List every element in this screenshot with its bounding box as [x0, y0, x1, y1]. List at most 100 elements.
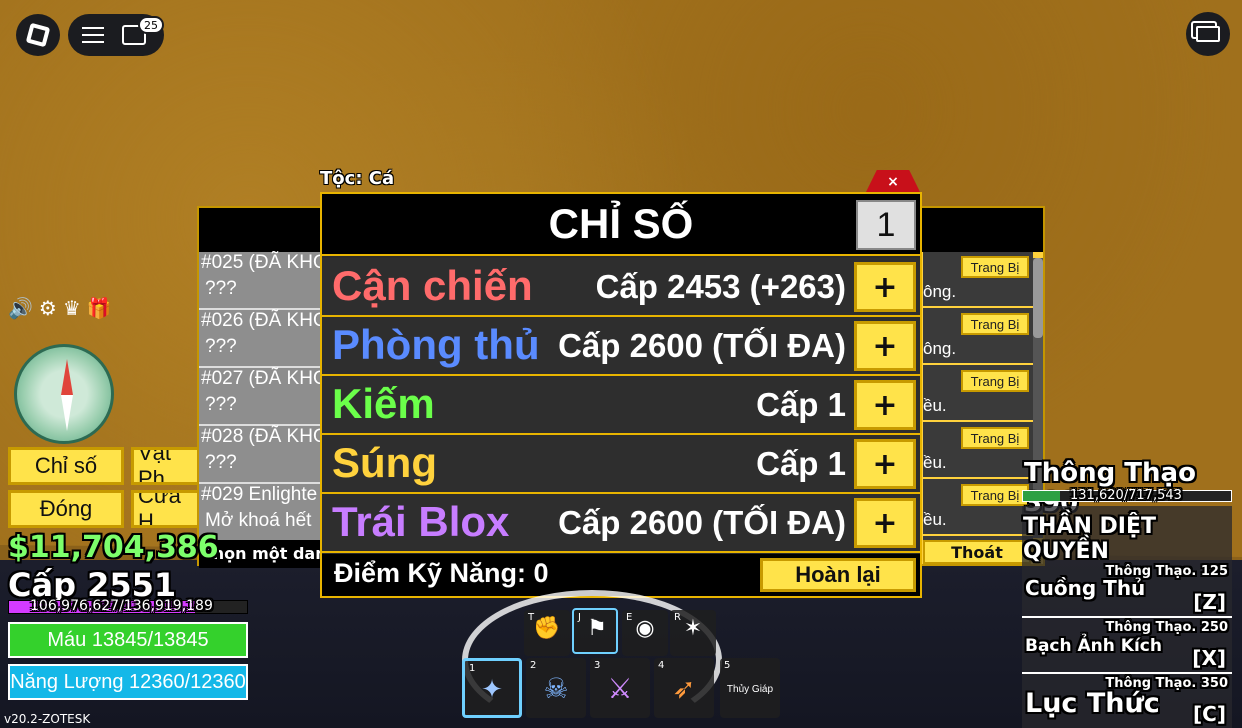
- muscle-icon: ✊: [533, 616, 561, 641]
- add-sword-button[interactable]: +: [854, 380, 916, 430]
- stats-panel: CHỈ SỐ 1 Cận chiến Cấp 2453 (+263) + Phò…: [320, 192, 922, 598]
- move-key: [Z]: [1193, 590, 1226, 614]
- move-x[interactable]: Thông Thạo. 250 Bạch Ảnh Kích [X]: [1022, 618, 1232, 674]
- stat-value: Cấp 1: [756, 445, 846, 482]
- compass-south-needle: [61, 395, 73, 431]
- gear-icon[interactable]: ⚙: [39, 296, 57, 320]
- stat-value: Cấp 2600 (TỐI ĐA): [558, 504, 846, 541]
- list-item-desc: ông.: [923, 339, 957, 358]
- stats-header: CHỈ SỐ 1: [322, 194, 920, 256]
- list-item-desc: ???: [205, 336, 237, 357]
- hamburger-icon[interactable]: [82, 27, 104, 43]
- mastery-fill: [1023, 491, 1061, 501]
- stat-name: Phòng thủ: [332, 321, 540, 368]
- money-display: $11,704,386: [8, 530, 219, 565]
- list-item-desc: Mở khoá hết: [205, 510, 312, 531]
- skill-panel: THẦN DIỆT QUYỀN Thông Thạo. 125 Cuồng Th…: [1022, 506, 1232, 728]
- stat-name: Cận chiến: [332, 262, 533, 309]
- list-item-title: #027 (ĐÃ KHO: [201, 368, 328, 389]
- add-defense-button[interactable]: +: [854, 321, 916, 371]
- race-label: Tộc: Cá: [320, 168, 395, 189]
- stats-title: CHỈ SỐ: [548, 200, 694, 247]
- slot-number: 2: [530, 660, 537, 671]
- list-item: Trang Bị ông.: [923, 309, 1033, 365]
- shop-button[interactable]: Cửa H: [131, 490, 201, 528]
- list-item-title: #026 (ĐÃ KHO: [201, 310, 328, 331]
- list-item[interactable]: #026 (ĐÃ KHO???: [199, 310, 329, 368]
- chat-badge: 25: [138, 16, 164, 34]
- energy-bar: Năng Lượng 12360/12360: [8, 664, 248, 700]
- hotbar-slot-4[interactable]: 4 ➶: [654, 658, 714, 718]
- list-item: Trang Bị ều.: [923, 423, 1033, 479]
- wolf-icon: ✶: [683, 616, 703, 641]
- roblox-menu-button[interactable]: [16, 14, 60, 56]
- reset-button[interactable]: Hoàn lại: [760, 558, 916, 592]
- fruit-icon: ☠: [543, 672, 569, 705]
- ability-t[interactable]: T ✊: [524, 610, 570, 656]
- list-item[interactable]: #028 (ĐÃ KHO???: [199, 426, 329, 484]
- move-key: [X]: [1192, 646, 1226, 670]
- scroll-thumb[interactable]: [1033, 258, 1043, 338]
- compass-north-needle: [61, 359, 73, 395]
- add-melee-button[interactable]: +: [854, 262, 916, 312]
- crew-icon[interactable]: ♛: [63, 296, 81, 320]
- equip-button[interactable]: Trang Bị: [961, 256, 1029, 278]
- hotbar-slot-2[interactable]: 2 ☠: [526, 658, 586, 718]
- equip-button[interactable]: Trang Bị: [961, 484, 1029, 506]
- list-item-desc: ều.: [923, 396, 947, 415]
- stats-footer: Điểm Kỹ Năng: 0 Hoàn lại: [322, 554, 920, 596]
- list-item-desc: ???: [205, 394, 237, 415]
- ability-e[interactable]: E ◉: [622, 610, 668, 656]
- stat-value: Cấp 2453 (+263): [595, 268, 846, 305]
- right-list: Trang Bị ông. Trang Bị ông. Trang Bị ều. Tr…: [923, 252, 1033, 540]
- version-label: v20.2-ZOTESK: [4, 712, 91, 726]
- speaker-icon[interactable]: 🔊: [8, 296, 33, 320]
- slot-number: 1: [469, 663, 476, 674]
- roblox-logo-icon: [25, 22, 51, 48]
- hotbar-slot-5[interactable]: 5 Thủy Giáp: [720, 658, 780, 718]
- ability-r[interactable]: R ✶: [670, 610, 716, 656]
- sword-icon: ⚔: [607, 672, 633, 705]
- add-blox-fruit-button[interactable]: +: [854, 498, 916, 548]
- exit-button[interactable]: Thoát: [923, 540, 1031, 564]
- slot-label: Thủy Giáp: [726, 684, 774, 695]
- eye-icon: ◉: [635, 616, 655, 641]
- close-stats-button[interactable]: ×: [866, 170, 920, 192]
- move-z[interactable]: Thông Thạo. 125 Cuồng Thủ [Z]: [1022, 562, 1232, 618]
- equip-button[interactable]: Trang Bị: [961, 370, 1029, 392]
- move-c[interactable]: Thông Thạo. 350 Lục Thức [C]: [1022, 674, 1232, 728]
- hotbar-slot-3[interactable]: 3 ⚔: [590, 658, 650, 718]
- stats-button[interactable]: Chỉ số: [8, 447, 124, 485]
- ability-j[interactable]: J ⚑: [572, 608, 618, 654]
- stat-row-defense: Phòng thủ Cấp 2600 (TỐI ĐA) +: [322, 317, 920, 376]
- stat-name: Kiếm: [332, 380, 435, 427]
- compass[interactable]: [14, 344, 114, 444]
- equip-button[interactable]: Trang Bị: [961, 313, 1029, 335]
- tool-icons: 🔊 ⚙ ♛ 🎁: [8, 296, 112, 320]
- gun-icon: ➶: [672, 672, 696, 705]
- list-item-desc: ???: [205, 278, 237, 299]
- hotbar-slot-1[interactable]: 1 ✦: [462, 658, 522, 718]
- slot-number: 4: [658, 660, 665, 671]
- mastery-text: 131,620/717,543: [1070, 488, 1182, 503]
- health-bar: Máu 13845/13845: [8, 622, 248, 658]
- list-body: #025 (ĐÃ KHO??? #026 (ĐÃ KHO??? #027 (ĐÃ…: [199, 252, 329, 544]
- items-button[interactable]: Vật Ph: [131, 447, 201, 485]
- stat-value: Cấp 1: [756, 386, 846, 423]
- add-gun-button[interactable]: +: [854, 439, 916, 489]
- list-item-title: #025 (ĐÃ KHO: [201, 252, 328, 273]
- stat-name: Súng: [332, 439, 437, 486]
- equip-button[interactable]: Trang Bị: [961, 427, 1029, 449]
- inventory-icon: [1196, 26, 1220, 42]
- list-item[interactable]: #025 (ĐÃ KHO???: [199, 252, 329, 310]
- list-item[interactable]: #027 (ĐÃ KHO???: [199, 368, 329, 426]
- inventory-button[interactable]: [1186, 12, 1230, 56]
- dash-icon: ⚑: [587, 616, 607, 641]
- points-amount-input[interactable]: 1: [856, 200, 916, 250]
- list-item-desc: ều.: [923, 510, 947, 529]
- gift-icon[interactable]: 🎁: [87, 296, 112, 320]
- stat-row-gun: Súng Cấp 1 +: [322, 435, 920, 494]
- close-button[interactable]: Đóng: [8, 490, 124, 528]
- stat-row-melee: Cận chiến Cấp 2453 (+263) +: [322, 258, 920, 317]
- move-name: Bạch Ảnh Kích: [1025, 636, 1162, 656]
